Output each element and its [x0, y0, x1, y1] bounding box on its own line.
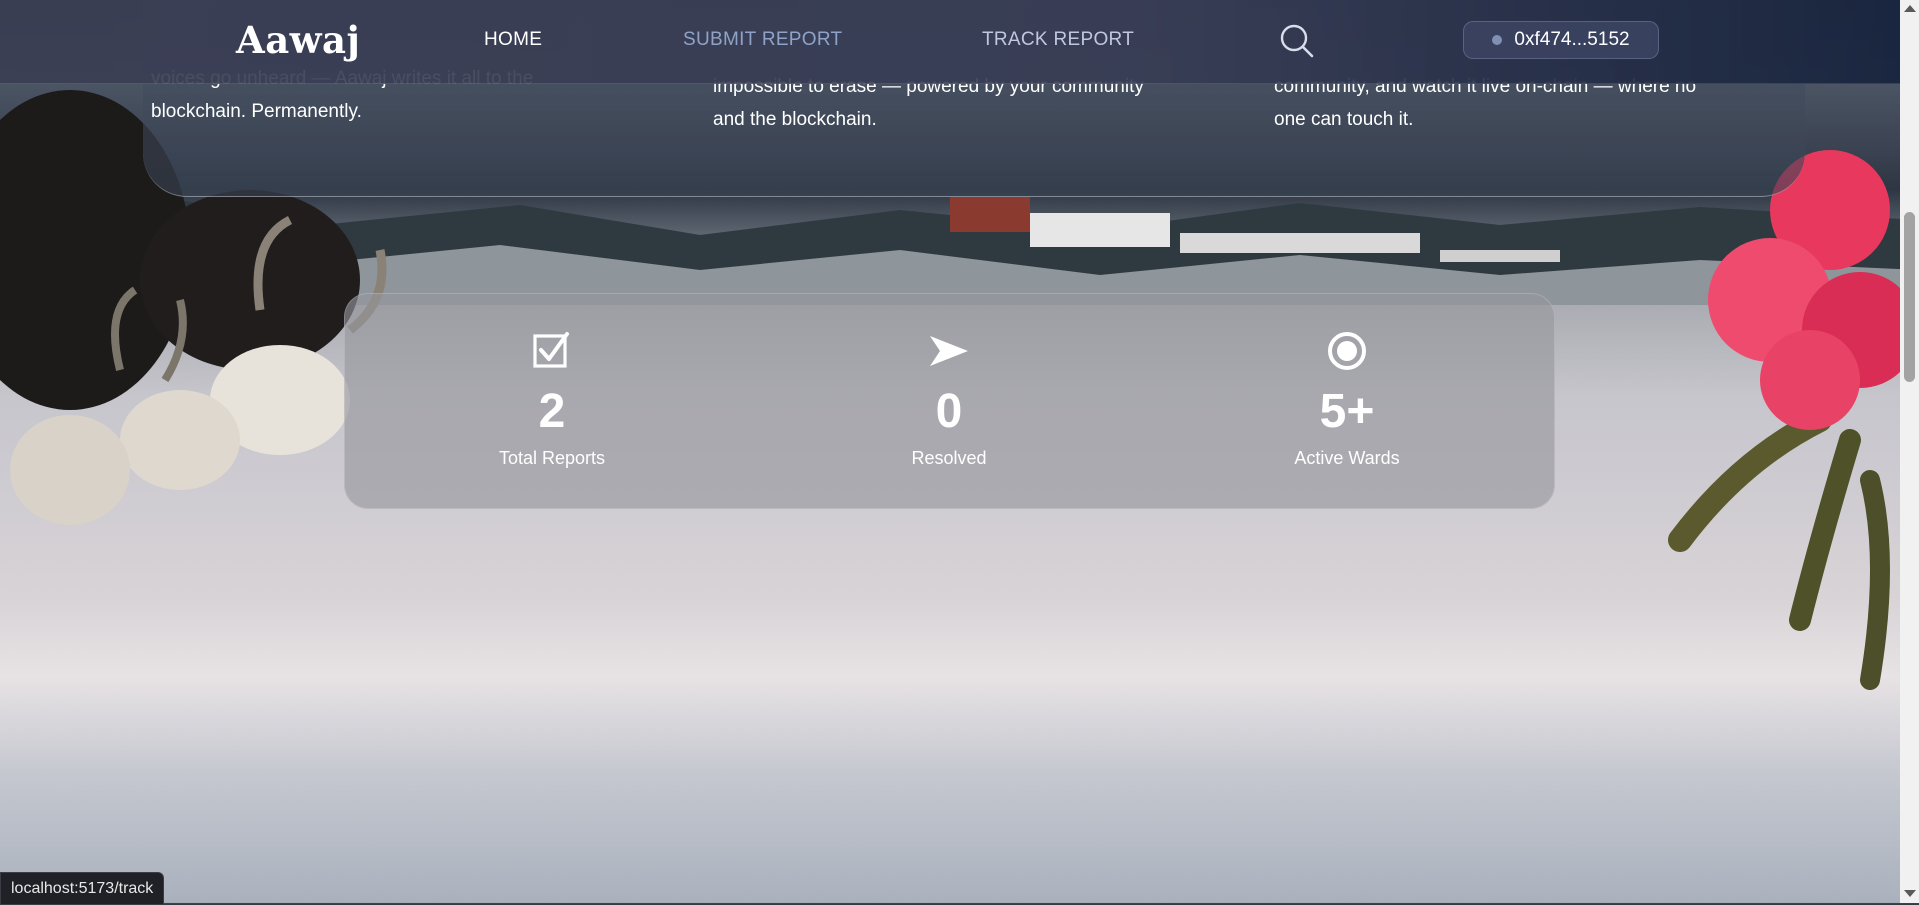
stat-value: 0: [935, 385, 963, 438]
stat-value: 2: [538, 385, 566, 438]
stat-label: Active Wards: [1294, 448, 1400, 468]
stat-value: 5+: [1319, 385, 1375, 438]
status-bar-url: localhost:5173/track: [0, 872, 165, 905]
logo[interactable]: Aawaj: [236, 18, 360, 62]
wallet-address: 0xf474...5152: [1514, 29, 1630, 50]
scroll-down-icon[interactable]: [1904, 890, 1916, 897]
scrollbar-thumb[interactable]: [1904, 212, 1915, 382]
nav-submit-report[interactable]: SUBMIT REPORT: [683, 29, 842, 51]
search-button[interactable]: [1278, 22, 1316, 60]
flower-illustration: [1668, 150, 1900, 690]
stat-label: Resolved: [911, 448, 987, 468]
wallet-status-dot: [1492, 35, 1503, 45]
send-arrow-icon: [930, 336, 968, 366]
stat-resolved: 0 Resolved: [829, 330, 1069, 469]
stat-label: Total Reports: [498, 448, 606, 468]
stats-card: 2 Total Reports 0 Resolved 5+ Active War…: [344, 293, 1555, 509]
nav-home[interactable]: HOME: [484, 29, 542, 51]
stat-active-wards: 5+ Active Wards: [1227, 330, 1467, 469]
target-icon: [1328, 332, 1366, 370]
scroll-up-icon[interactable]: [1904, 5, 1916, 12]
search-icon: [1280, 24, 1314, 58]
navbar: Aawaj HOME SUBMIT REPORT TRACK REPORT 0x…: [0, 0, 1900, 84]
wallet-button[interactable]: 0xf474...5152: [1463, 21, 1659, 59]
nav-track-report[interactable]: TRACK REPORT: [982, 29, 1134, 51]
page-scrollbar[interactable]: [1900, 0, 1919, 903]
checkbox-icon: [533, 332, 569, 368]
stat-total-reports: 2 Total Reports: [432, 330, 672, 469]
